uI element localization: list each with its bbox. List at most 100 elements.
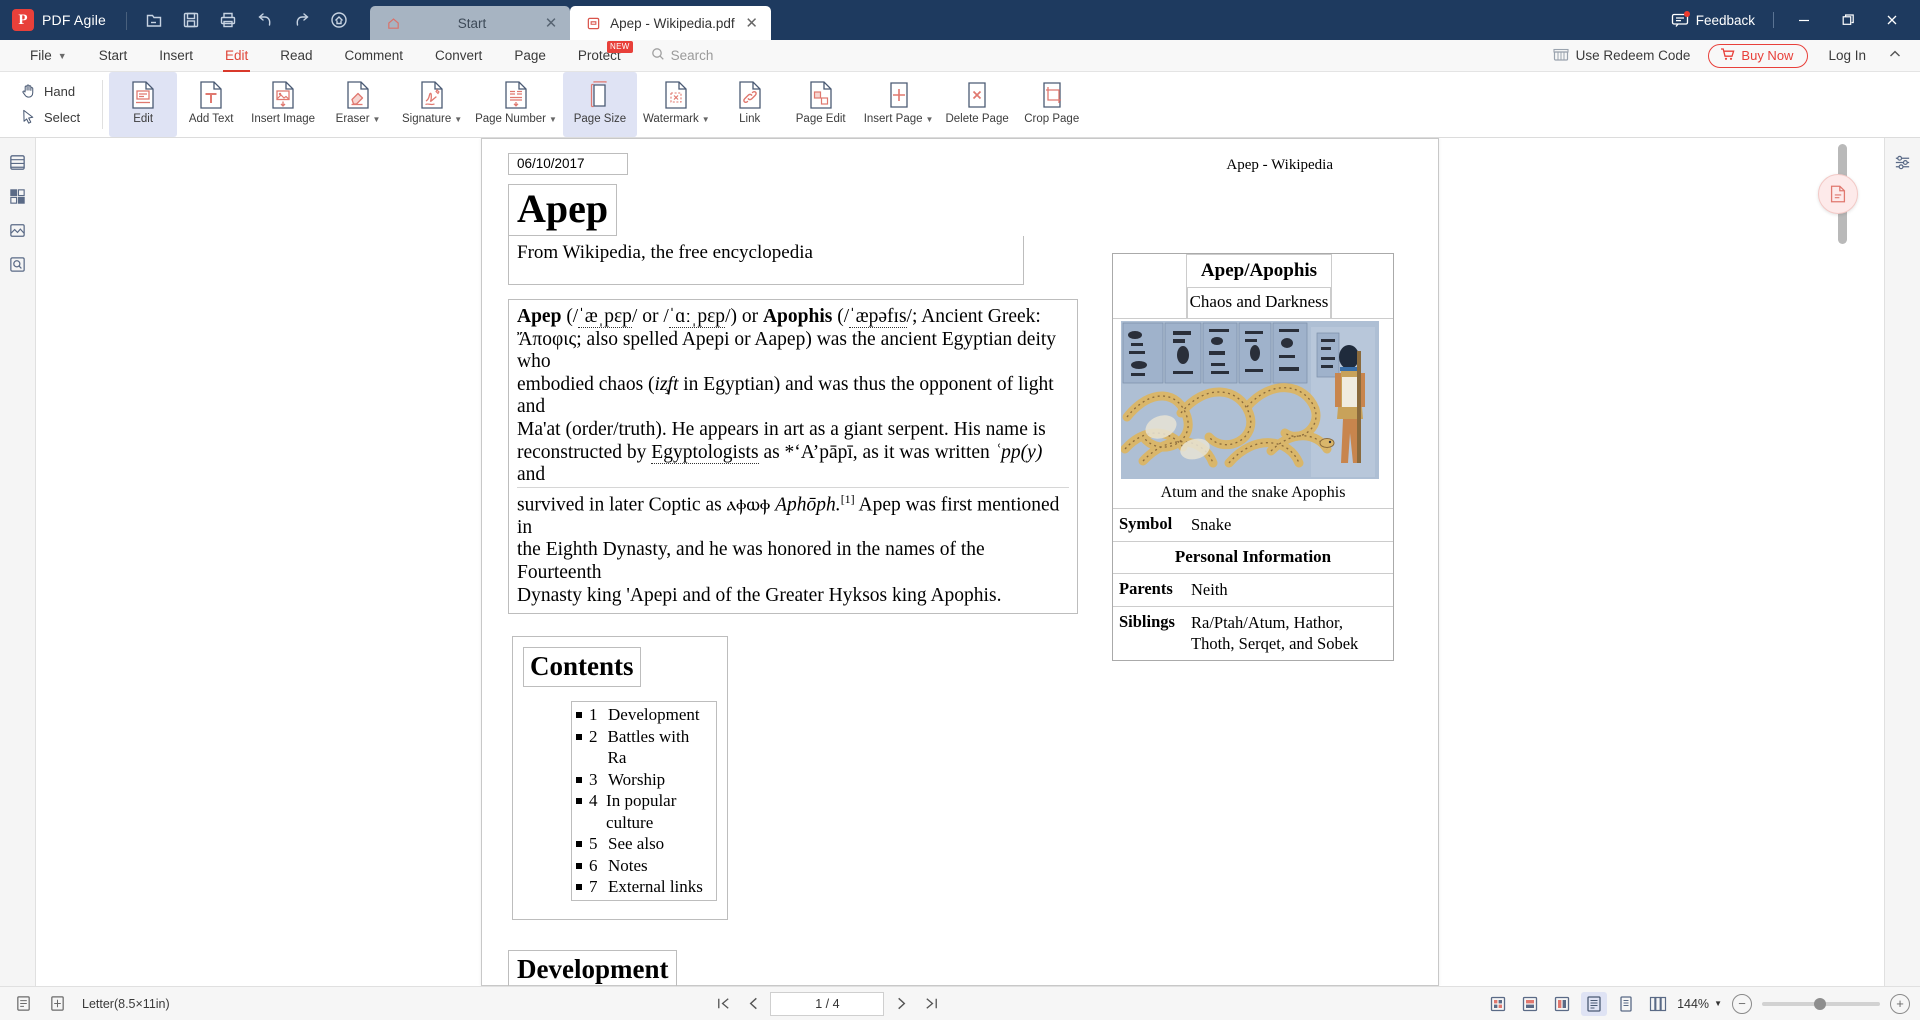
tool-edit[interactable]: Edit [109, 72, 178, 137]
tool-page-number[interactable]: Page Number ▼ [469, 72, 563, 137]
tool-page-size[interactable]: Page Size [562, 72, 637, 137]
page-number-input[interactable]: 1 / 4 [770, 991, 885, 1016]
thumbnails-panel-icon[interactable] [4, 148, 32, 176]
list-item[interactable]: 6 Notes [572, 855, 708, 877]
buy-now-button[interactable]: Buy Now [1708, 43, 1809, 68]
zoom-slider[interactable] [1761, 997, 1880, 1010]
menu-item-insert[interactable]: Insert [143, 40, 209, 72]
list-item[interactable]: 3 Worship [572, 769, 708, 791]
zoom-out-button[interactable]: − [1731, 993, 1752, 1014]
menubar-right-controls: Use Redeem Code Buy Now Log In [1545, 40, 1920, 72]
hand-tool-button[interactable]: Hand [14, 80, 86, 104]
feedback-button[interactable]: Feedback [1661, 5, 1765, 35]
print-icon[interactable] [211, 5, 245, 35]
pdf-header-date[interactable]: 06/10/2017 [508, 153, 628, 175]
search-input[interactable]: Search [651, 47, 713, 64]
single-scroll-icon[interactable] [1613, 992, 1639, 1016]
menu-item-start[interactable]: Start [83, 40, 144, 72]
tool-insert-page[interactable]: Insert Page ▼ [858, 72, 940, 137]
title-bar: P PDF Agile Start ✕ Apep - Wikipedia.pdf… [0, 0, 1920, 40]
next-page-icon[interactable] [888, 992, 914, 1016]
pdf-contents-box[interactable]: Contents 1 Development 2 Battles with Ra 3… [512, 636, 728, 920]
pdf-lead-paragraph-box[interactable]: Apep (/ˈæˌpɛp/ or /ˈɑːˌpɛp/) or Apophis … [508, 299, 1078, 615]
pages-grid-icon[interactable] [4, 182, 32, 210]
tool-page-edit[interactable]: Page Edit [784, 72, 858, 137]
chevron-down-icon: ▼ [925, 115, 934, 124]
pdf-page[interactable]: 06/10/2017 Apep - Wikipedia Apep From Wi… [481, 138, 1439, 986]
menu-label: Insert [159, 48, 193, 63]
open-file-icon[interactable] [137, 5, 171, 35]
tab-apep-wikipedia-pdf[interactable]: Apep - Wikipedia.pdf ✕ [570, 6, 771, 40]
tool-watermark[interactable]: Watermark ▼ [637, 72, 716, 137]
select-tool-button[interactable]: Select [14, 106, 86, 130]
save-icon[interactable] [174, 5, 208, 35]
cover-page-view-icon[interactable] [1549, 992, 1575, 1016]
home-icon[interactable] [322, 5, 356, 35]
continuous-scroll-icon[interactable] [1581, 991, 1608, 1016]
minimize-button[interactable] [1782, 0, 1826, 40]
page-view-toggle-icon[interactable] [10, 992, 36, 1016]
previous-page-icon[interactable] [740, 992, 766, 1016]
tab-start[interactable]: Start ✕ [370, 6, 571, 40]
tool-eraser[interactable]: Eraser ▼ [321, 72, 395, 137]
first-page-icon[interactable] [710, 992, 736, 1016]
menu-item-page[interactable]: Page [498, 40, 562, 72]
maximize-button[interactable] [1826, 0, 1870, 40]
tool-label: Page Edit [795, 113, 846, 125]
redo-icon[interactable] [285, 5, 319, 35]
chevron-up-icon[interactable] [1880, 47, 1910, 64]
annotations-panel-icon[interactable] [4, 216, 32, 244]
last-page-icon[interactable] [918, 992, 944, 1016]
search-panel-icon[interactable] [4, 250, 32, 278]
contents-heading-box[interactable]: Contents [523, 647, 641, 688]
pdf-subtitle-box[interactable]: From Wikipedia, the free encyclopedia [508, 236, 1024, 285]
list-item[interactable]: 1 Development [572, 704, 708, 726]
chevron-down-icon: ▼ [1714, 999, 1722, 1008]
page-properties-icon[interactable] [44, 992, 70, 1016]
undo-icon[interactable] [248, 5, 282, 35]
notification-dot [1683, 11, 1690, 17]
menu-item-comment[interactable]: Comment [329, 40, 420, 72]
facing-page-view-icon[interactable] [1517, 992, 1543, 1016]
split-view-icon[interactable] [1645, 992, 1671, 1016]
zoom-slider-handle[interactable] [1813, 997, 1826, 1010]
tool-add-text[interactable]: Add Text [177, 72, 245, 137]
single-page-view-icon[interactable] [1485, 992, 1511, 1016]
close-icon[interactable]: ✕ [542, 14, 560, 32]
tool-insert-image[interactable]: Insert Image [245, 72, 321, 137]
zoom-level-selector[interactable]: 144% ▼ [1677, 997, 1722, 1011]
menu-item-convert[interactable]: Convert [419, 40, 498, 72]
tool-label: Add Text [188, 113, 234, 125]
tool-crop-page[interactable]: Crop Page [1015, 72, 1089, 137]
log-in-button[interactable]: Log In [1818, 48, 1876, 63]
tool-signature[interactable]: Signature ▼ [395, 72, 469, 137]
menu-label: Convert [435, 48, 483, 63]
tool-delete-page[interactable]: Delete Page [939, 72, 1014, 137]
zoom-value: 144% [1677, 996, 1710, 1011]
ocr-convert-icon[interactable] [1818, 174, 1858, 214]
pdf-infobox[interactable]: Apep/Apophis Chaos and Darkness Atum and… [1112, 253, 1394, 661]
menu-item-read[interactable]: Read [264, 40, 328, 72]
close-button[interactable] [1870, 0, 1914, 40]
list-item[interactable]: 2 Battles with Ra [572, 726, 708, 769]
pdf-article-title-box[interactable]: Apep [508, 184, 618, 236]
list-item[interactable]: 4 In popular culture [572, 790, 708, 833]
edit-document-icon [128, 78, 158, 112]
menu-item-file[interactable]: File ▼ [14, 40, 83, 72]
menu-item-edit[interactable]: Edit [209, 40, 264, 72]
infobox-value: Snake [1191, 515, 1232, 534]
properties-panel-icon[interactable] [1889, 148, 1917, 176]
menu-item-protect[interactable]: Protect NEW [562, 40, 637, 72]
pdf-section-heading-box[interactable]: Development [508, 949, 678, 986]
list-item[interactable]: 7 External links [572, 876, 708, 898]
infobox-value: Neith [1191, 580, 1228, 599]
use-redeem-code-button[interactable]: Use Redeem Code [1545, 47, 1699, 64]
gift-icon [1553, 47, 1569, 64]
close-icon[interactable]: ✕ [743, 14, 761, 32]
tool-link[interactable]: Link [716, 72, 784, 137]
page-title: Apep [517, 186, 609, 231]
pdf-header-site[interactable]: Apep - Wikipedia [1219, 153, 1340, 178]
list-item[interactable]: 5 See also [572, 833, 708, 855]
zoom-in-button[interactable]: + [1889, 993, 1910, 1014]
pdf-viewer[interactable]: 06/10/2017 Apep - Wikipedia Apep From Wi… [36, 138, 1884, 986]
